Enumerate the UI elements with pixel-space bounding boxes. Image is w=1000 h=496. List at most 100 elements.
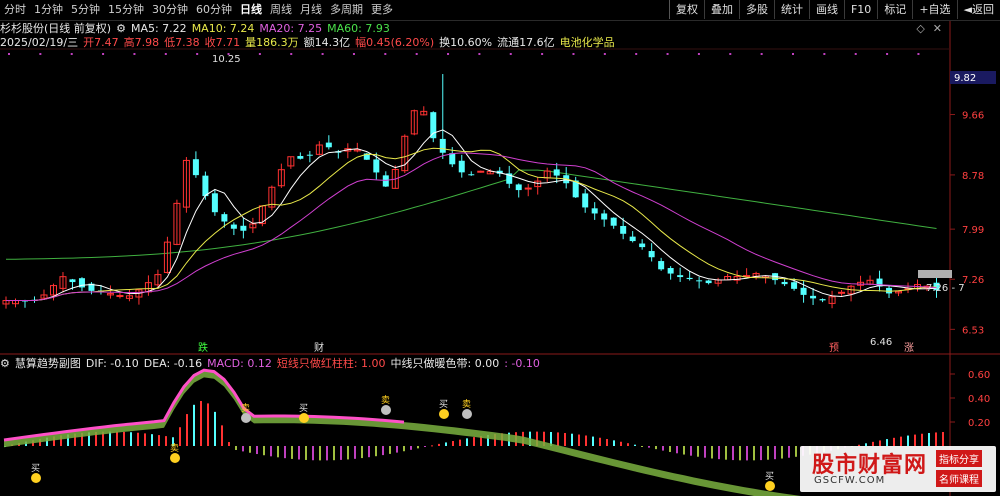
candle: [914, 279, 922, 292]
macd-bar: [683, 446, 685, 455]
macd-bar: [697, 446, 699, 457]
signal-face-icon: [241, 413, 251, 423]
candle: [515, 183, 522, 198]
macd-bar: [137, 432, 139, 446]
sub-settings-icon[interactable]: ⚙: [0, 357, 10, 370]
sub-chart-header: ⚙ 慧算趋势副图 DIF: -0.10 DEA: -0.16 MACD: 0.1…: [0, 355, 545, 371]
tool-button-2[interactable]: 多股: [738, 0, 774, 19]
candle: [477, 170, 485, 173]
candle-body-down: [382, 175, 389, 187]
signal-label: 卖: [170, 443, 179, 454]
extra-value: : -0.10: [504, 356, 540, 370]
period-tab-3[interactable]: 15分钟: [104, 0, 148, 20]
macd-bar: [641, 446, 643, 447]
signal-dot: [603, 53, 606, 55]
period-tab-7[interactable]: 周线: [266, 0, 296, 20]
sub-axis-label: 0.20: [968, 418, 990, 429]
signal-dot: [8, 53, 10, 55]
high-price-label: 10.25: [212, 54, 241, 65]
tool-button-6[interactable]: 标记: [877, 0, 912, 19]
signal-dot: [164, 53, 167, 55]
macd-bar: [228, 442, 230, 446]
candle: [591, 202, 598, 220]
candle-body-down: [686, 277, 693, 280]
macd-bar: [907, 435, 909, 446]
crosshair-label: 7.26 - 7: [926, 283, 965, 294]
period-tab-4[interactable]: 30分钟: [148, 0, 192, 20]
top-toolbar: 分时 1分钟 5分钟 15分钟 30分钟 60分钟 日线 周线 月线 多周期 更多 复权 叠加 多股 统计…: [0, 0, 1000, 21]
candle: [772, 272, 779, 285]
tool-button-7[interactable]: +自选: [912, 0, 956, 19]
quote-amplitude: 幅0.45(6.20%): [355, 36, 435, 49]
candle: [524, 183, 532, 197]
macd-bar: [774, 446, 776, 460]
macd-bar: [746, 446, 748, 461]
macd-bar: [123, 431, 125, 446]
macd-bar: [144, 433, 146, 446]
candle: [705, 279, 712, 285]
macd-bar: [277, 446, 279, 458]
candle-body-down: [696, 280, 703, 282]
main-chart-header: 杉杉股份(日线 前复权) ⚙ MA5: 7.22 MA10: 7.24 MA20…: [0, 21, 395, 36]
ma5-line: [6, 129, 937, 301]
macd-bar: [788, 446, 790, 458]
period-tab-2[interactable]: 5分钟: [67, 0, 104, 20]
period-tab-1[interactable]: 1分钟: [30, 0, 67, 20]
tool-button-0[interactable]: 复权: [668, 0, 704, 19]
tool-buttons: 复权 叠加 多股 统计 画线 F10 标记 +自选 ◄返回: [668, 0, 1000, 20]
quote-amount: 额14.3亿: [303, 36, 351, 49]
macd-bar: [795, 446, 797, 457]
period-tab-6[interactable]: 日线: [236, 0, 266, 20]
candle: [125, 289, 133, 302]
signal-dot: [290, 53, 293, 55]
close-icon[interactable]: ✕: [933, 22, 942, 35]
candle-body-down: [582, 193, 589, 208]
candle-body-down: [677, 275, 684, 278]
diamond-icon[interactable]: ◇: [916, 22, 924, 35]
period-tab-8[interactable]: 月线: [296, 0, 326, 20]
candle: [401, 134, 409, 174]
signal-label: 买: [765, 471, 774, 482]
candle: [506, 165, 513, 189]
trend-ribbon-warm: [3, 368, 405, 442]
tool-button-5[interactable]: F10: [843, 0, 877, 19]
quote-close: 收7.71: [204, 36, 241, 49]
candle: [297, 152, 304, 160]
signal-label: 买: [299, 403, 308, 414]
sub-indicator-name[interactable]: 慧算趋势副图: [15, 355, 81, 371]
candle: [677, 267, 684, 282]
candle-body-down: [439, 138, 446, 153]
quote-sector[interactable]: 电池化学品: [560, 34, 615, 50]
tool-button-8[interactable]: ◄返回: [956, 0, 1000, 19]
candle: [534, 177, 542, 195]
period-tab-10[interactable]: 更多: [367, 0, 397, 20]
sub-axis-label: 0.60: [968, 370, 990, 381]
candle: [857, 275, 865, 292]
signal-label: 卖: [462, 399, 471, 410]
candle: [601, 209, 608, 227]
tool-button-3[interactable]: 统计: [773, 0, 809, 19]
period-tab-5[interactable]: 60分钟: [192, 0, 236, 20]
settings-icon[interactable]: ⚙: [116, 22, 126, 35]
tool-button-4[interactable]: 画线: [808, 0, 844, 19]
macd-bar: [704, 446, 706, 458]
macd-bar: [158, 435, 160, 446]
macd-bar: [410, 446, 412, 450]
period-tab-9[interactable]: 多周期: [326, 0, 367, 20]
candle: [230, 222, 237, 236]
ma20-value: MA20: 7.25: [259, 21, 323, 35]
macd-bar: [109, 431, 111, 446]
macd-bar: [928, 433, 930, 446]
macd-bar: [291, 446, 293, 459]
candle: [182, 157, 190, 213]
macd-bar: [718, 446, 720, 460]
period-tab-0[interactable]: 分时: [0, 0, 30, 20]
candle-body-up: [838, 291, 846, 294]
candle: [639, 239, 646, 250]
tool-button-1[interactable]: 叠加: [703, 0, 739, 19]
chart-canvas[interactable]: 10.256.46跌财预涨 0.600.400.20买卖卖 买卖买卖买 9.668…: [0, 0, 1000, 496]
candle-body-down: [468, 174, 475, 176]
ma10-value: MA10: 7.24: [191, 21, 255, 35]
signal-dot: [133, 53, 136, 55]
candle: [382, 171, 389, 187]
